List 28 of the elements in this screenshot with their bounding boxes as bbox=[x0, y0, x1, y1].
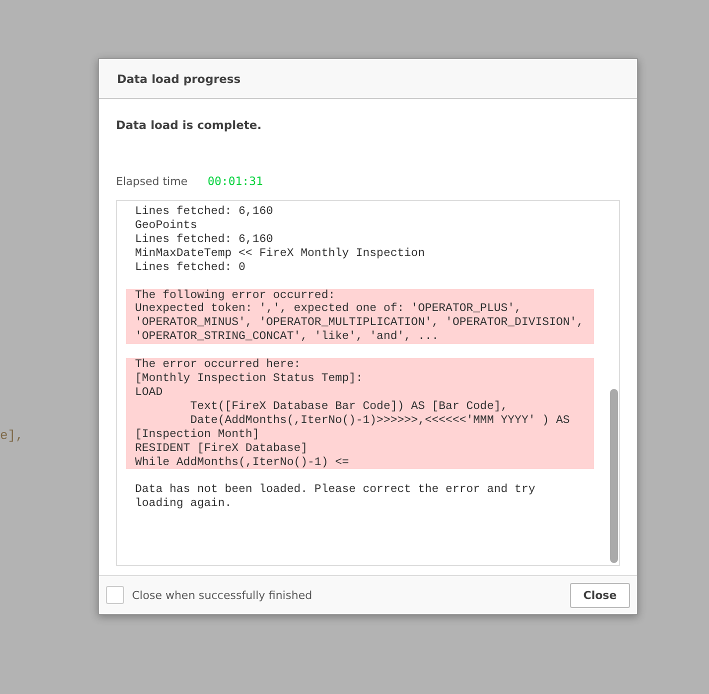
status-text: Data load is complete. bbox=[116, 118, 263, 132]
log-line: GeoPoints bbox=[135, 218, 198, 233]
scrollbar-thumb[interactable] bbox=[610, 389, 618, 563]
elapsed-label: Elapsed time bbox=[116, 174, 188, 188]
log-line: 'OPERATOR_STRING_CONCAT', 'like', 'and', ... bbox=[135, 330, 440, 344]
elapsed-time: 00:01:31 bbox=[208, 174, 263, 188]
log-line: The error occurred here: bbox=[135, 358, 302, 372]
log-line: The following error occurred: bbox=[135, 288, 336, 302]
checkbox-label: Close when successfully finished bbox=[132, 588, 314, 602]
dialog-title: Data load progress bbox=[117, 72, 241, 86]
log-line: Lines fetched: 0 bbox=[135, 260, 246, 275]
log-line: LOAD bbox=[135, 386, 164, 400]
checkbox[interactable] bbox=[106, 586, 124, 604]
log-line: Lines fetched: 6,160 bbox=[135, 232, 274, 247]
log-line: 'OPERATOR_MINUS', 'OPERATOR_MULTIPLICATION', 'OPERATOR_DIVISION', bbox=[135, 316, 585, 330]
log-line: Data has not been loaded. Please correct the error and try bbox=[135, 483, 536, 498]
log-line: [Inspection Month] bbox=[135, 428, 260, 442]
code-text: e], bbox=[0, 428, 24, 443]
log-line: While AddMonths(,IterNo()-1) <= bbox=[135, 456, 350, 470]
log-line: Unexpected token: ',', expected one of: 'OPERATOR_PLUS', bbox=[135, 302, 522, 316]
log-line: MinMaxDateTemp << FireX Monthly Inspection bbox=[135, 246, 426, 261]
log-line: loading again. bbox=[135, 497, 233, 512]
log-line: Lines fetched: 6,160 bbox=[135, 205, 274, 219]
log-line: Text([FireX Database Bar Code]) AS [Bar Code], bbox=[189, 400, 509, 414]
close-button[interactable]: Close bbox=[570, 582, 630, 608]
log-line: [Monthly Inspection Status Temp]: bbox=[135, 372, 364, 386]
log-line: Date(AddMonths(,IterNo()-1)>>>>>>,<<<<<<'MMM YYYY' ) AS bbox=[189, 414, 571, 428]
log-line: RESIDENT [FireX Database] bbox=[135, 442, 309, 456]
